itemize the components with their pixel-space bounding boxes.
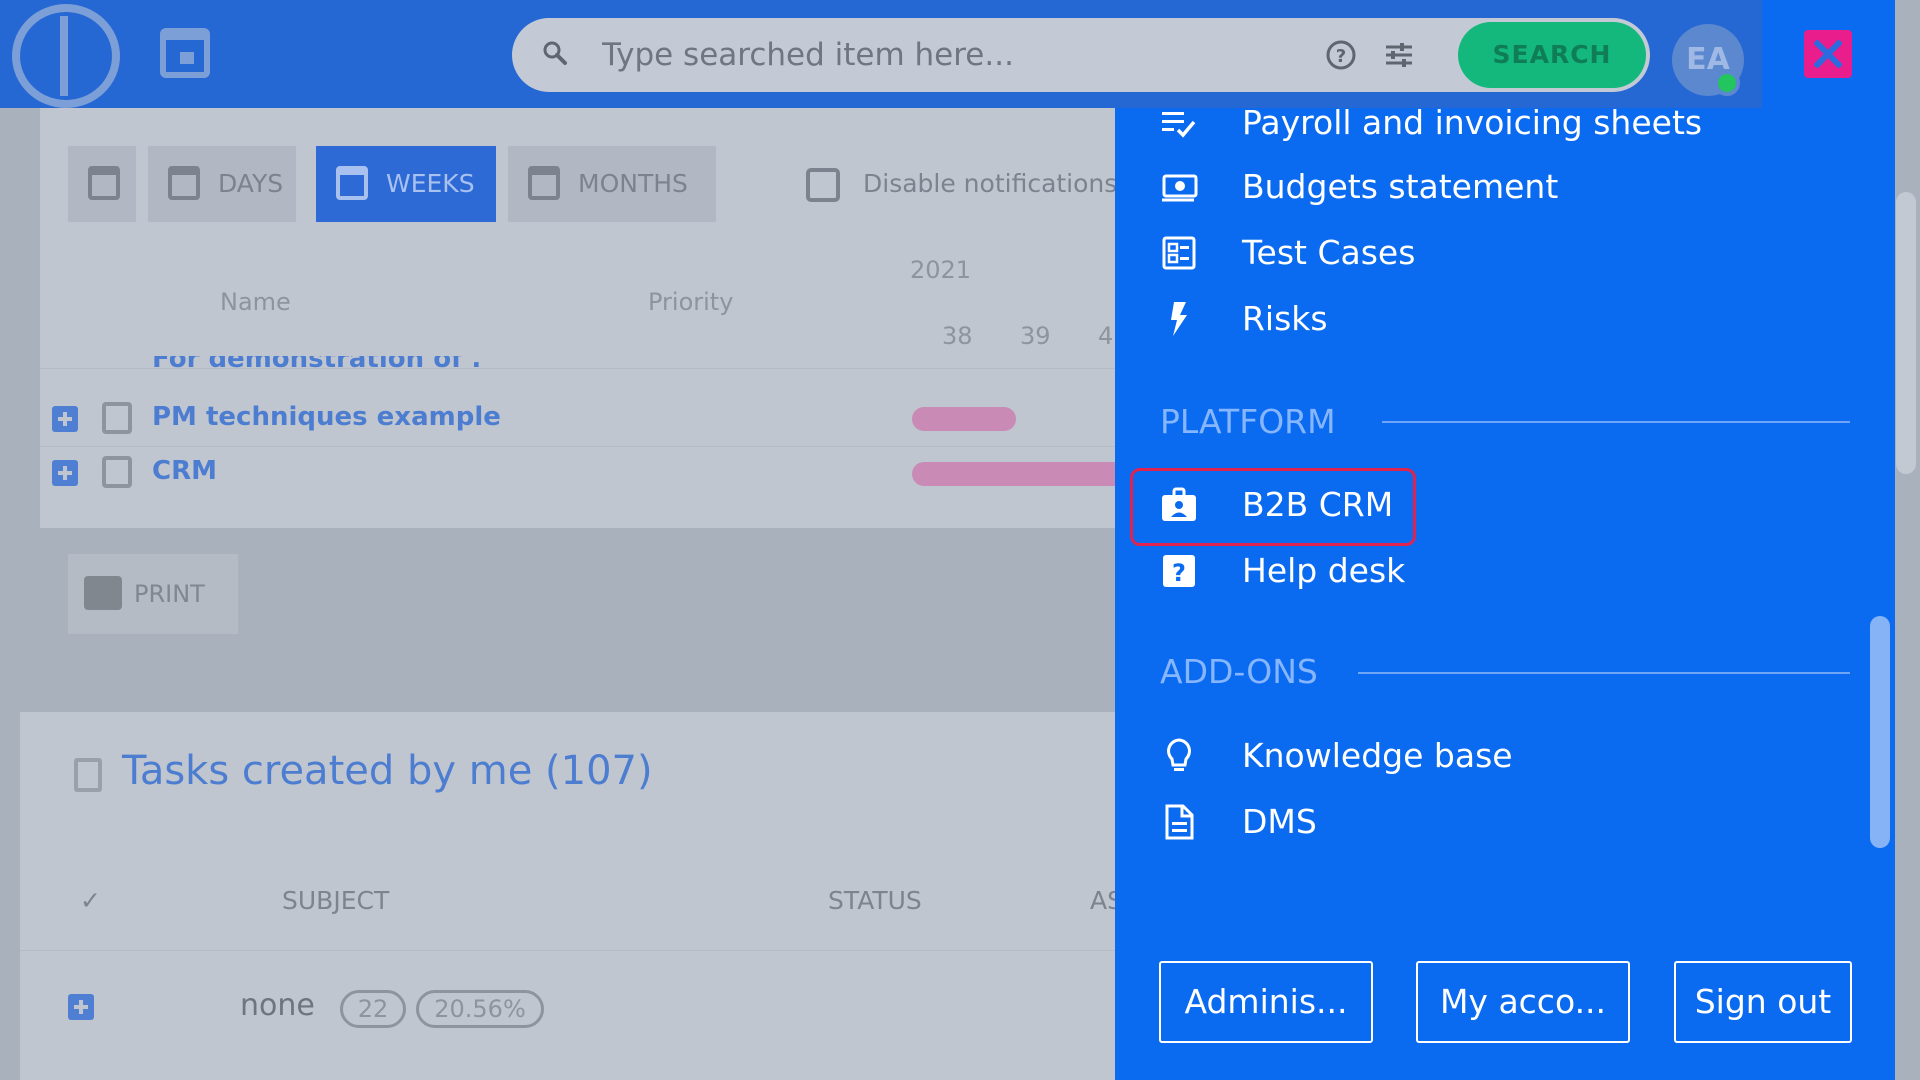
print-label: PRINT [134, 580, 205, 608]
money-icon [1162, 174, 1198, 202]
group-count-badge: 22 [340, 990, 406, 1028]
subject-column-header[interactable]: SUBJECT [282, 886, 389, 915]
gantt-bar[interactable] [912, 407, 1016, 431]
svg-text:?: ? [1336, 46, 1346, 67]
gantt-bar[interactable] [912, 462, 1115, 486]
name-column-header[interactable]: Name [220, 288, 291, 316]
menu-item-label: B2B CRM [1242, 485, 1394, 524]
expand-icon[interactable] [52, 460, 78, 486]
days-button[interactable]: DAYS [148, 146, 296, 222]
group-label: none [240, 988, 315, 1023]
search-input[interactable] [602, 32, 1242, 78]
search-icon [543, 41, 567, 65]
menu-item-b2b-crm[interactable]: B2B CRM [1150, 476, 1710, 534]
menu-item-label: Budgets statement [1242, 167, 1559, 206]
weeks-label: WEEKS [386, 169, 475, 198]
page-scrollbar-track[interactable] [1895, 0, 1920, 1080]
top-header-bar: ? SEARCH EA [0, 0, 1762, 108]
section-divider [1382, 421, 1850, 423]
drawer-scrollbar[interactable] [1870, 616, 1890, 848]
svg-text:?: ? [1172, 559, 1186, 587]
sign-out-button[interactable]: Sign out [1674, 961, 1852, 1043]
menu-item-budgets[interactable]: Budgets statement [1150, 158, 1710, 216]
help-circle-icon[interactable]: ? [1324, 38, 1358, 72]
week-number: 4 [1098, 322, 1114, 350]
project-link[interactable]: For demonstration of ... [152, 356, 480, 374]
today-button[interactable] [68, 146, 136, 222]
menu-item-knowledge-base[interactable]: Knowledge base [1150, 727, 1710, 785]
lightbulb-icon [1167, 738, 1191, 771]
gantt-year: 2021 [910, 256, 972, 284]
week-number: 39 [1020, 322, 1051, 350]
disable-notifications-label: Disable notifications [863, 169, 1118, 198]
test-cases-icon [1162, 236, 1196, 270]
menu-item-label: Risks [1242, 299, 1328, 338]
tasks-title[interactable]: Tasks created by me (107) [122, 748, 653, 794]
months-label: MONTHS [578, 169, 688, 198]
project-icon [102, 402, 132, 434]
project-icon [102, 456, 132, 488]
project-link-crm[interactable]: CRM [152, 456, 217, 486]
select-all-header[interactable]: ✓ [80, 886, 101, 915]
status-column-header[interactable]: STATUS [828, 886, 922, 915]
calendar-icon [528, 166, 560, 200]
close-drawer-button[interactable] [1804, 30, 1852, 78]
online-status-icon [1714, 70, 1740, 96]
platform-section-heading: PLATFORM [1160, 402, 1336, 441]
checklist-icon [1162, 112, 1196, 138]
calendar-icon[interactable] [160, 28, 210, 78]
menu-item-test-cases[interactable]: Test Cases [1150, 224, 1710, 282]
menu-item-label: Knowledge base [1242, 736, 1513, 775]
divider [20, 950, 1115, 951]
menu-item-dms[interactable]: DMS [1150, 793, 1710, 851]
section-divider [1358, 672, 1850, 674]
search-button[interactable]: SEARCH [1458, 22, 1646, 88]
menu-item-label: DMS [1242, 802, 1317, 841]
group-percent-badge: 20.56% [416, 990, 544, 1028]
calendar-icon [168, 166, 200, 200]
document-icon [1165, 804, 1194, 840]
disable-notifications-checkbox[interactable] [806, 168, 840, 202]
project-link-pm-techniques[interactable]: PM techniques example [152, 402, 501, 432]
calendar-today-icon [88, 166, 120, 200]
contact-badge-icon [1162, 487, 1196, 521]
weeks-button[interactable]: WEEKS [316, 146, 496, 222]
addons-section-heading: ADD-ONS [1160, 652, 1318, 691]
menu-item-risks[interactable]: Risks [1150, 290, 1710, 348]
administration-button[interactable]: Adminis... [1159, 961, 1373, 1043]
days-label: DAYS [218, 169, 284, 198]
expand-icon[interactable] [52, 406, 78, 432]
divider [40, 446, 1115, 447]
expand-group-icon[interactable] [68, 994, 94, 1020]
filter-settings-icon[interactable] [1382, 38, 1416, 72]
clipboard-icon [74, 758, 102, 792]
help-box-icon: ? [1163, 555, 1195, 587]
menu-item-help-desk[interactable]: ? Help desk [1150, 542, 1710, 600]
clipped-row: For demonstration of ... [40, 356, 480, 376]
calendar-icon [336, 166, 368, 200]
week-number: 38 [942, 322, 973, 350]
printer-icon [84, 576, 122, 610]
priority-column-header[interactable]: Priority [648, 288, 733, 316]
menu-item-label: Help desk [1242, 551, 1406, 590]
page-scrollbar-thumb[interactable] [1896, 192, 1916, 474]
months-button[interactable]: MONTHS [508, 146, 716, 222]
my-account-button[interactable]: My acco... [1416, 961, 1630, 1043]
menu-item-label: Payroll and invoicing sheets [1242, 103, 1703, 142]
print-button[interactable]: PRINT [68, 554, 238, 634]
menu-item-payroll[interactable]: Payroll and invoicing sheets [1150, 94, 1710, 152]
global-search-bar: ? SEARCH [512, 18, 1650, 92]
lightning-icon [1171, 302, 1187, 336]
menu-item-label: Test Cases [1242, 233, 1416, 272]
app-logo-icon[interactable] [12, 4, 120, 108]
